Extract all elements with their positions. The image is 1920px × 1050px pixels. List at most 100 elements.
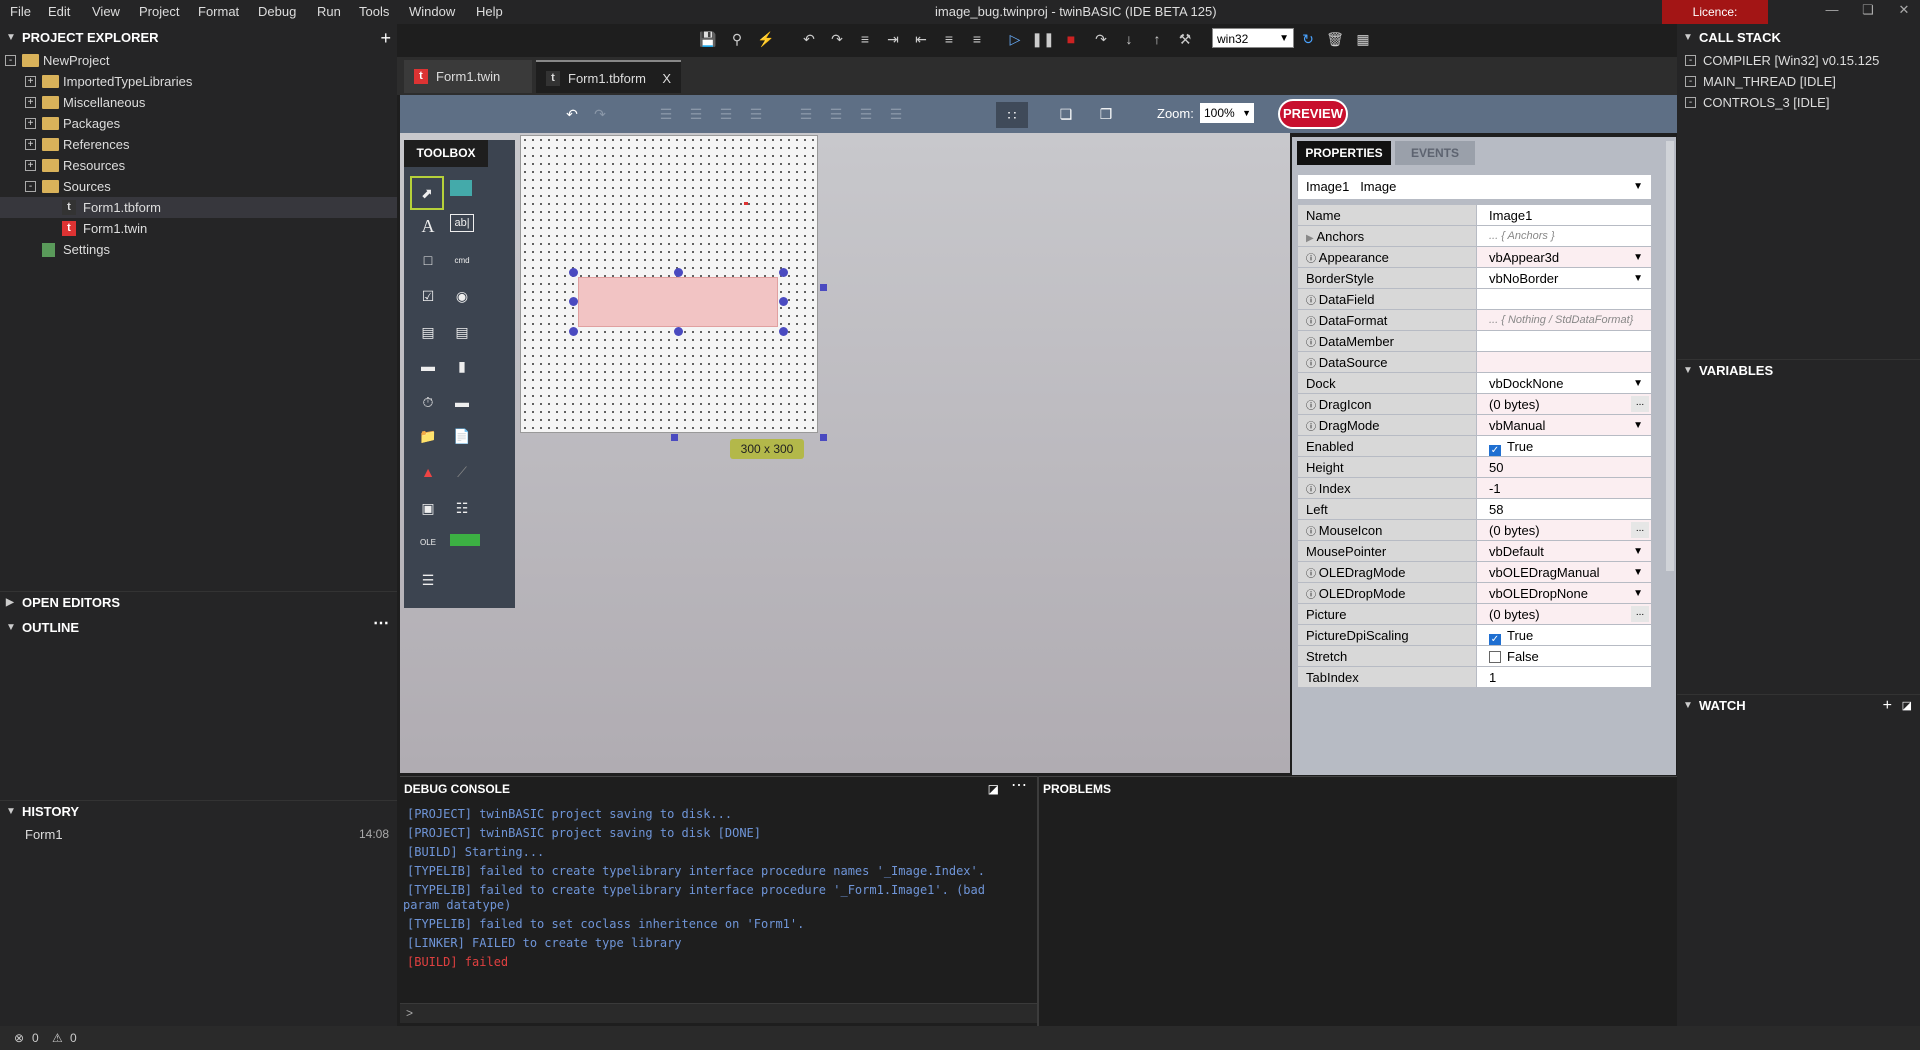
properties-scrollbar[interactable] [1666,141,1674,571]
more-icon[interactable]: ⋯ [1011,774,1027,798]
resize-handle[interactable] [674,268,683,277]
align-top-icon[interactable]: ☰ [684,102,708,126]
property-row-height[interactable]: Height 50 [1298,457,1651,478]
collapse-icon[interactable]: - [1685,76,1696,87]
line-tool[interactable]: ⟋ [450,460,474,484]
dirlist-tool[interactable]: 📁 [416,424,440,448]
property-row-dock[interactable]: Dock vbDockNone ▼ [1298,373,1651,394]
property-value[interactable]: vbOLEDropNone ▼ [1477,583,1651,603]
menu-run[interactable]: Run [317,4,341,19]
property-value[interactable]: 50 [1477,457,1651,477]
property-row-anchors[interactable]: ▶ Anchors ... { Anchors } [1298,226,1651,247]
property-value[interactable]: (0 bytes)... [1477,604,1651,624]
tree-item-file-selected[interactable]: t Form1.tbform [0,197,397,218]
pause-icon[interactable]: ❚❚ [1031,28,1054,50]
checkbox-icon[interactable] [1489,651,1501,663]
property-value[interactable]: vbOLEDragManual ▼ [1477,562,1651,582]
history-header[interactable]: ▼ HISTORY [0,800,397,822]
more-icon[interactable]: ⋯ [373,613,389,635]
property-row-tabindex[interactable]: TabIndex 1 [1298,667,1651,688]
distribute-v-icon[interactable]: ☰ [884,102,908,126]
menu-tools[interactable]: Tools [359,4,389,19]
error-icon[interactable]: ⊗ [14,1031,24,1045]
form-resize-handle[interactable] [820,434,827,441]
grid-toggle-icon[interactable]: ∷ [996,102,1028,128]
property-row-left[interactable]: Left 58 [1298,499,1651,520]
property-row-datafield[interactable]: ⓘ DataField [1298,289,1651,310]
property-value[interactable]: ✓ True [1477,436,1651,456]
indent-icon[interactable]: ⇥ [882,28,904,50]
combobox-tool[interactable]: ▤ [416,320,440,344]
form-resize-handle[interactable] [671,434,678,441]
resize-handle[interactable] [569,327,578,336]
textbox-tool[interactable]: ab| [450,214,474,232]
pointer-tool[interactable]: ⬈ [410,176,444,210]
collapse-icon[interactable]: - [25,181,36,192]
tree-item-folder[interactable]: + Resources [0,155,397,176]
property-row-enabled[interactable]: Enabled ✓ True [1298,436,1651,457]
tab-properties[interactable]: PROPERTIES [1297,141,1391,165]
property-row-datamember[interactable]: ⓘ DataMember [1298,331,1651,352]
comment-icon[interactable]: ≡ [938,28,960,50]
property-row-datasource[interactable]: ⓘ DataSource [1298,352,1651,373]
property-row-oledropmode[interactable]: ⓘ OLEDropMode vbOLEDropNone ▼ [1298,583,1651,604]
menu-format[interactable]: Format [198,4,239,19]
data-tool[interactable]: ☷ [450,496,474,520]
tree-item-settings[interactable]: Settings [0,239,397,260]
grid-icon[interactable]: ▦ [1352,28,1374,50]
listbox-tool[interactable]: ▤ [450,320,474,344]
clear-watch-icon[interactable]: ◪ [1902,695,1912,717]
step-over-icon[interactable]: ↷ [1090,28,1112,50]
run-icon[interactable]: ▷ [1004,28,1026,50]
expand-icon[interactable]: + [25,97,36,108]
ellipsis-button[interactable]: ... [1631,606,1649,622]
stop-icon[interactable]: ■ [1060,28,1082,50]
object-select[interactable]: Image1 Image ▼ [1298,175,1651,199]
chevron-down-icon[interactable]: ▼ [1633,373,1643,393]
chevron-down-icon[interactable]: ▼ [1633,268,1643,288]
clear-console-icon[interactable]: ◪ [988,777,999,801]
console-input[interactable]: > [400,1003,1037,1023]
menu-edit[interactable]: Edit [48,4,70,19]
property-value[interactable]: vbManual ▼ [1477,415,1651,435]
search-icon[interactable]: ⚲ [726,28,748,50]
vscrollbar-tool[interactable]: ▮ [450,354,474,378]
tab-events[interactable]: EVENTS [1395,141,1475,165]
property-row-mouseicon[interactable]: ⓘ MouseIcon (0 bytes)... [1298,520,1651,541]
chevron-down-icon[interactable]: ▼ [1633,415,1643,435]
distribute-h-icon[interactable]: ☰ [854,102,878,126]
label-tool[interactable]: A [416,214,440,238]
resize-handle[interactable] [569,297,578,306]
ellipsis-button[interactable]: ... [1631,522,1649,538]
licence-badge[interactable]: Licence: COMMUNITY [1662,0,1768,43]
outline-header[interactable]: ▼ OUTLINE ⋯ [0,615,397,639]
progressbar-tool[interactable] [450,534,480,546]
property-value[interactable]: False [1477,646,1651,666]
treeview-tool[interactable]: ☰ [416,568,440,592]
property-value[interactable]: vbDefault ▼ [1477,541,1651,561]
bring-front-icon[interactable]: ❏ [1054,102,1078,126]
open-editors-header[interactable]: ▶ OPEN EDITORS [0,591,397,613]
tree-item-folder[interactable]: - Sources [0,176,397,197]
close-tab-icon[interactable]: X [662,62,671,95]
checkbox-icon[interactable]: ✓ [1489,445,1501,456]
call-stack-item[interactable]: - MAIN_THREAD [IDLE] [1677,71,1920,92]
property-value[interactable]: -1 [1477,478,1651,498]
step-into-icon[interactable]: ↓ [1118,28,1140,50]
property-value[interactable]: ... { Anchors } [1477,226,1651,246]
save-icon[interactable]: 💾 [697,28,719,50]
variables-header[interactable]: ▼ VARIABLES [1677,359,1920,381]
hscrollbar-tool[interactable]: ▬ [416,354,440,378]
image-tool[interactable]: ▣ [416,496,440,520]
warning-icon[interactable]: ⚠ [52,1031,63,1045]
property-row-index[interactable]: ⓘ Index -1 [1298,478,1651,499]
tree-item-file[interactable]: t Form1.twin [0,218,397,239]
property-value[interactable]: 58 [1477,499,1651,519]
tab-form1-tbform[interactable]: t Form1.tbform X [536,60,681,93]
filelist-tool[interactable]: 📄 [450,424,474,448]
property-row-picture[interactable]: Picture (0 bytes)... [1298,604,1651,625]
expand-icon[interactable]: + [25,118,36,129]
property-row-picturedpiscaling[interactable]: PictureDpiScaling ✓ True [1298,625,1651,646]
property-row-oledragmode[interactable]: ⓘ OLEDragMode vbOLEDragManual ▼ [1298,562,1651,583]
align-right-icon[interactable]: ☰ [714,102,738,126]
